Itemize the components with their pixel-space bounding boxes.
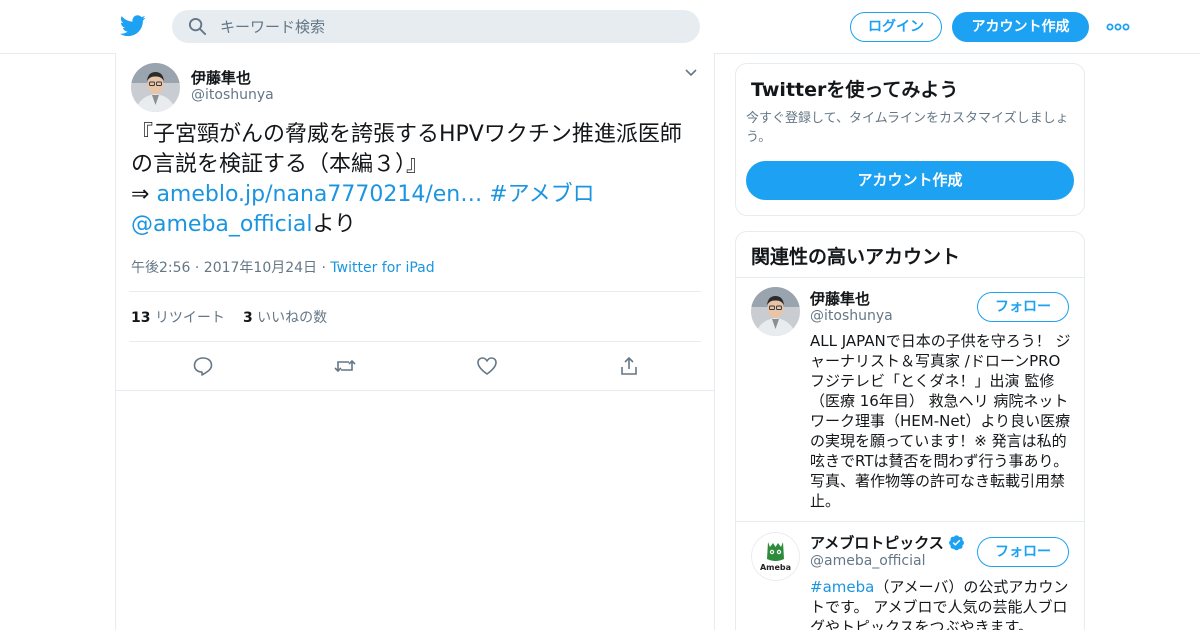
- reply-icon[interactable]: [192, 355, 214, 377]
- divider: [736, 521, 1084, 522]
- tweet-metadata: 午後2:56 · 2017年10月24日 · Twitter for iPad: [131, 257, 435, 277]
- tweet-column: 伊藤隼也 @itoshunya 『子宮頸がんの脅威を誇張するHPVワクチン推進派…: [115, 53, 715, 630]
- author-name[interactable]: 伊藤隼也: [191, 67, 251, 88]
- search-icon: [188, 17, 207, 36]
- divider: [736, 277, 1084, 278]
- like-count[interactable]: 3: [243, 310, 253, 326]
- tweet-suffix-text: より: [312, 212, 356, 237]
- search-bar: [172, 10, 700, 43]
- verified-badge-icon: [948, 535, 964, 551]
- related-account-bio: #ameba（アメーバ）の公式アカウントです。 アメブロで人気の芸能人ブログやト…: [810, 577, 1072, 630]
- related-account-avatar[interactable]: [751, 287, 800, 336]
- related-account-name[interactable]: 伊藤隼也: [810, 288, 870, 309]
- chevron-down-icon[interactable]: [684, 68, 698, 78]
- meta-separator: ·: [317, 260, 331, 276]
- login-button[interactable]: ログイン: [850, 12, 942, 42]
- signup-card-button[interactable]: アカウント作成: [746, 161, 1074, 200]
- tweet: 伊藤隼也 @itoshunya 『子宮頸がんの脅威を誇張するHPVワクチン推進派…: [116, 53, 714, 391]
- like-heart-icon[interactable]: [476, 355, 498, 377]
- related-account-bio: ALL JAPANで日本の子供を守ろう！ ジャーナリスト＆写真家 /ドローンPR…: [810, 332, 1071, 510]
- search-input[interactable]: [220, 10, 680, 43]
- tweet-client-link[interactable]: Twitter for iPad: [330, 260, 434, 276]
- divider: [129, 291, 701, 292]
- author-avatar[interactable]: [131, 63, 180, 112]
- arrow-text: ⇒: [131, 182, 157, 207]
- tweet-stats: 13 リツイート 3 いいねの数: [131, 307, 327, 327]
- share-icon[interactable]: [618, 355, 640, 377]
- more-options-icon[interactable]: [1106, 22, 1130, 32]
- related-account-avatar-image: [751, 287, 800, 336]
- related-account-name-text: アメブロトピックス: [810, 534, 944, 552]
- hashtag-link[interactable]: #アメブロ: [489, 182, 594, 207]
- ameba-logo-text: Ameba: [760, 563, 791, 572]
- signup-card: Twitterを使ってみよう 今すぐ登録して、タイムラインをカスタマイズしましょ…: [735, 63, 1085, 216]
- related-accounts-title: 関連性の高いアカウント: [751, 246, 961, 268]
- signup-card-title: Twitterを使ってみよう: [751, 79, 959, 101]
- related-account-handle[interactable]: @itoshunya: [810, 308, 893, 324]
- related-account-name[interactable]: アメブロトピックス: [810, 532, 965, 553]
- bio-hashtag-link[interactable]: #ameba: [810, 578, 874, 596]
- related-accounts-card: 関連性の高いアカウント 伊藤隼也 @itoshunya フォロー ALL JAP…: [735, 231, 1085, 630]
- retweet-icon[interactable]: [334, 355, 356, 377]
- retweet-count[interactable]: 13: [131, 310, 150, 326]
- like-label[interactable]: いいねの数: [257, 310, 327, 326]
- author-avatar-image: [131, 63, 180, 112]
- mention-link[interactable]: @ameba_official: [131, 212, 312, 237]
- ameba-avatar[interactable]: Ameba: [751, 532, 800, 581]
- ameba-logo-icon: Ameba: [751, 532, 800, 581]
- divider: [129, 341, 701, 342]
- tweet-timestamp[interactable]: 午後2:56 · 2017年10月24日: [131, 260, 317, 276]
- follow-button[interactable]: フォロー: [977, 537, 1069, 567]
- retweet-label[interactable]: リツイート: [155, 310, 225, 326]
- twitter-bird-logo-icon[interactable]: [120, 14, 146, 38]
- signup-card-description: 今すぐ登録して、タイムラインをカスタマイズしましょう。: [746, 111, 1069, 145]
- follow-button[interactable]: フォロー: [977, 292, 1069, 322]
- related-account-handle[interactable]: @ameba_official: [810, 553, 925, 569]
- top-navigation-bar: ログイン アカウント作成: [0, 0, 1200, 54]
- tweet-link[interactable]: ameblo.jp/nana7770214/en…: [156, 182, 482, 207]
- tweet-text-body: 『子宮頸がんの脅威を誇張するHPVワクチン推進派医師の言説を検証する（本編３）』: [131, 122, 682, 177]
- author-handle[interactable]: @itoshunya: [191, 87, 274, 103]
- tweet-text: 『子宮頸がんの脅威を誇張するHPVワクチン推進派医師の言説を検証する（本編３）』…: [131, 120, 701, 240]
- signup-button[interactable]: アカウント作成: [952, 12, 1089, 42]
